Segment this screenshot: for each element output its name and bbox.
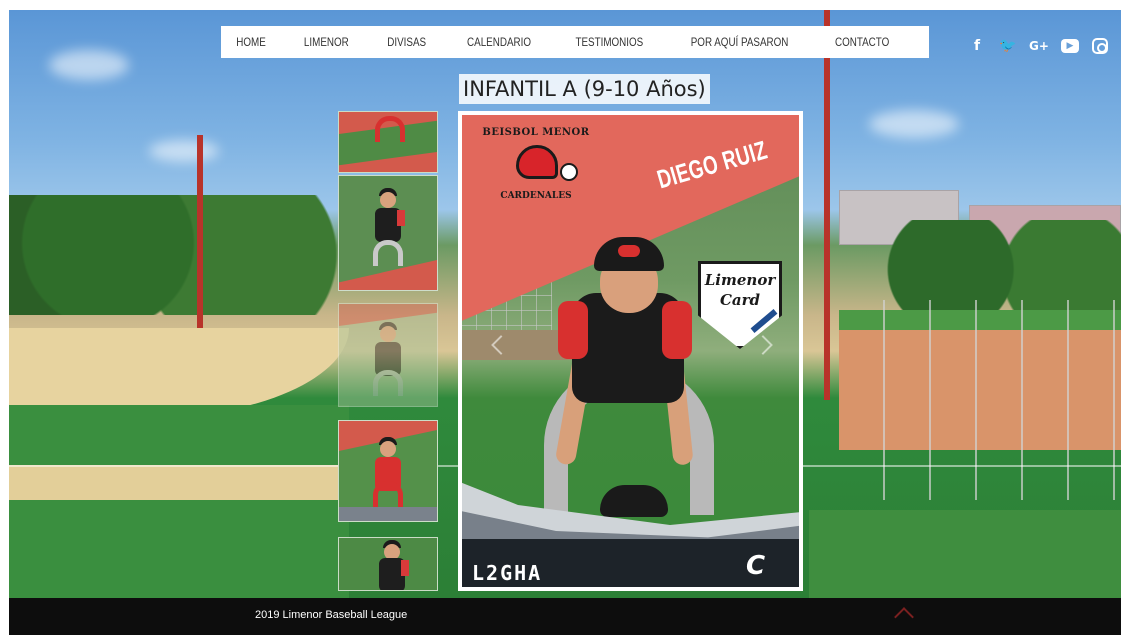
nav-item-home[interactable]: HOME: [236, 35, 266, 49]
site-footer: 2019 Limenor Baseball League: [9, 598, 1121, 635]
light-tower: [824, 10, 830, 400]
player-card-photo: BEISBOL MENOR CARDENALES DIEGO RUIZ Lime…: [462, 115, 799, 587]
baseball-icon: [560, 163, 578, 181]
thumbnail-player: [397, 210, 405, 226]
nav-item-testimonios[interactable]: TESTIMONIOS: [575, 35, 643, 49]
grass: [809, 510, 1121, 598]
thumbnail-player: [373, 370, 403, 396]
nav-item-contacto[interactable]: CONTACTO: [835, 35, 889, 49]
light-tower: [197, 135, 203, 330]
thumbnail-player: [375, 116, 405, 142]
nav-item-calendario[interactable]: CALENDARIO: [467, 35, 531, 49]
grass: [9, 405, 349, 598]
youtube-icon[interactable]: ▶: [1061, 39, 1079, 53]
thumbnail-banner: [339, 152, 437, 172]
thumbnail-player: [380, 192, 396, 208]
player-card[interactable]: BEISBOL MENOR CARDENALES DIEGO RUIZ Lime…: [458, 111, 803, 591]
instagram-icon[interactable]: [1092, 38, 1108, 54]
player-sleeve: [558, 301, 588, 359]
gallery-thumbnail[interactable]: [338, 303, 438, 407]
helmet-icon: [516, 145, 558, 179]
nav-item-divisas[interactable]: DIVISAS: [387, 35, 426, 49]
thumbnail-player: [380, 326, 396, 342]
trees: [859, 220, 1121, 310]
thumbnail-player: [373, 240, 403, 266]
cloud: [149, 140, 219, 162]
thumbnail-player: [380, 441, 396, 457]
team-logo: BEISBOL MENOR CARDENALES: [480, 127, 592, 211]
scroll-to-top-icon[interactable]: [894, 607, 914, 627]
facebook-icon[interactable]: f: [968, 37, 986, 55]
thumbnail-player: [373, 481, 403, 507]
nav-item-por-aqui-pasaron[interactable]: POR AQUÍ PASARON: [691, 35, 789, 49]
cloud: [869, 110, 959, 138]
badge-line-2: Card: [719, 291, 761, 309]
copyright-text: 2019 Limenor Baseball League: [255, 609, 408, 621]
player-position: L2GHA: [472, 561, 543, 585]
gallery-thumbnail[interactable]: [338, 111, 438, 173]
fence: [839, 300, 1121, 500]
team-logo-top-text: BEISBOL MENOR: [482, 127, 590, 138]
glove-icon: [600, 485, 668, 517]
social-links: f 🐦 G+ ▶: [968, 37, 1108, 55]
infield-dirt: [9, 465, 349, 500]
badge-line-1: Limenor: [704, 271, 776, 289]
thumbnail-player: [401, 560, 409, 576]
gallery-thumbnail[interactable]: [338, 420, 438, 522]
nav-item-limenor[interactable]: LIMENOR: [304, 35, 349, 49]
gallery-title: INFANTIL A (9-10 Años): [459, 74, 710, 104]
card-dugout: [462, 330, 572, 360]
twitter-icon[interactable]: 🐦: [999, 37, 1017, 55]
team-letter-icon: C: [746, 551, 766, 581]
trees: [9, 195, 339, 315]
thumbnail-footer: [339, 507, 437, 521]
cap-logo: [618, 245, 640, 257]
main-nav: HOME LIMENOR DIVISAS CALENDARIO TESTIMON…: [221, 26, 929, 58]
cloud: [49, 50, 129, 80]
player-sleeve: [662, 301, 692, 359]
google-plus-icon[interactable]: G+: [1029, 37, 1049, 55]
gallery-thumbnail[interactable]: [338, 175, 438, 291]
team-logo-bottom-text: CARDENALES: [500, 191, 572, 201]
gallery-thumbnail[interactable]: [338, 537, 438, 591]
